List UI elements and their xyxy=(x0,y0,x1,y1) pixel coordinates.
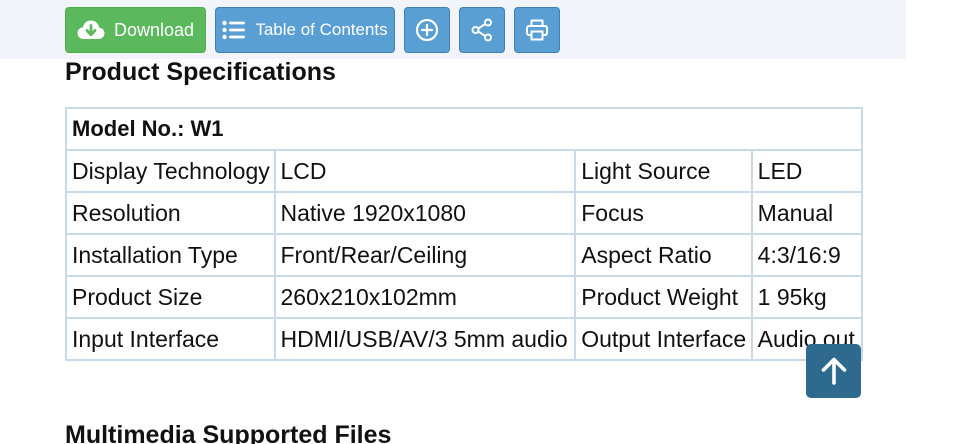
spec-value: Native 1920x1080 xyxy=(273,191,577,235)
spec-value: 1 95kg xyxy=(750,275,864,319)
spec-label: Product Weight xyxy=(574,275,753,319)
table-row: Model No.: W1 xyxy=(65,107,863,151)
spec-value: Manual xyxy=(750,191,864,235)
cloud-download-icon xyxy=(77,19,105,41)
arrow-up-icon xyxy=(820,356,848,386)
table-row: Product Size 260x210x102mm Product Weigh… xyxy=(65,275,864,319)
spec-value: 4:3/16:9 xyxy=(750,233,864,277)
product-specifications-heading: Product Specifications xyxy=(65,58,336,86)
table-of-contents-button[interactable]: Table of Contents xyxy=(215,7,395,53)
multimedia-supported-files-heading: Multimedia Supported Files xyxy=(65,421,392,444)
spec-value: LCD xyxy=(273,149,577,193)
spec-label: Aspect Ratio xyxy=(574,233,753,277)
list-icon xyxy=(222,20,246,40)
print-button[interactable] xyxy=(514,7,560,53)
spec-label: Resolution xyxy=(65,191,276,235)
plus-circle-icon xyxy=(415,18,439,42)
spec-label: Output Interface xyxy=(574,317,753,361)
spec-value: HDMI/USB/AV/3 5mm audio xyxy=(273,317,577,361)
spec-value: LED xyxy=(750,149,864,193)
spec-value: Front/Rear/Ceiling xyxy=(273,233,577,277)
table-row: Resolution Native 1920x1080 Focus Manual xyxy=(65,191,864,235)
toolbar: Download Table of Contents xyxy=(65,7,560,53)
specifications-table: Model No.: W1 Display Technology LCD Lig… xyxy=(65,107,864,361)
spec-label: Input Interface xyxy=(65,317,276,361)
spec-label: Display Technology xyxy=(65,149,276,193)
page: Download Table of Contents Product Speci… xyxy=(0,0,960,444)
add-button[interactable] xyxy=(404,7,450,53)
share-button[interactable] xyxy=(459,7,505,53)
spec-label: Product Size xyxy=(65,275,276,319)
table-row: Input Interface HDMI/USB/AV/3 5mm audio … xyxy=(65,317,864,361)
back-to-top-button[interactable] xyxy=(806,344,861,398)
spec-label: Light Source xyxy=(574,149,753,193)
download-label: Download xyxy=(113,19,195,40)
share-icon xyxy=(470,18,494,42)
table-row: Display Technology LCD Light Source LED xyxy=(65,149,864,193)
print-icon xyxy=(525,18,549,42)
table-row: Installation Type Front/Rear/Ceiling Asp… xyxy=(65,233,864,277)
table-of-contents-label: Table of Contents xyxy=(255,20,388,39)
model-number-cell: Model No.: W1 xyxy=(65,107,863,151)
download-button[interactable]: Download xyxy=(65,7,206,53)
spec-label: Installation Type xyxy=(65,233,276,277)
spec-label: Focus xyxy=(574,191,753,235)
spec-value: 260x210x102mm xyxy=(273,275,577,319)
